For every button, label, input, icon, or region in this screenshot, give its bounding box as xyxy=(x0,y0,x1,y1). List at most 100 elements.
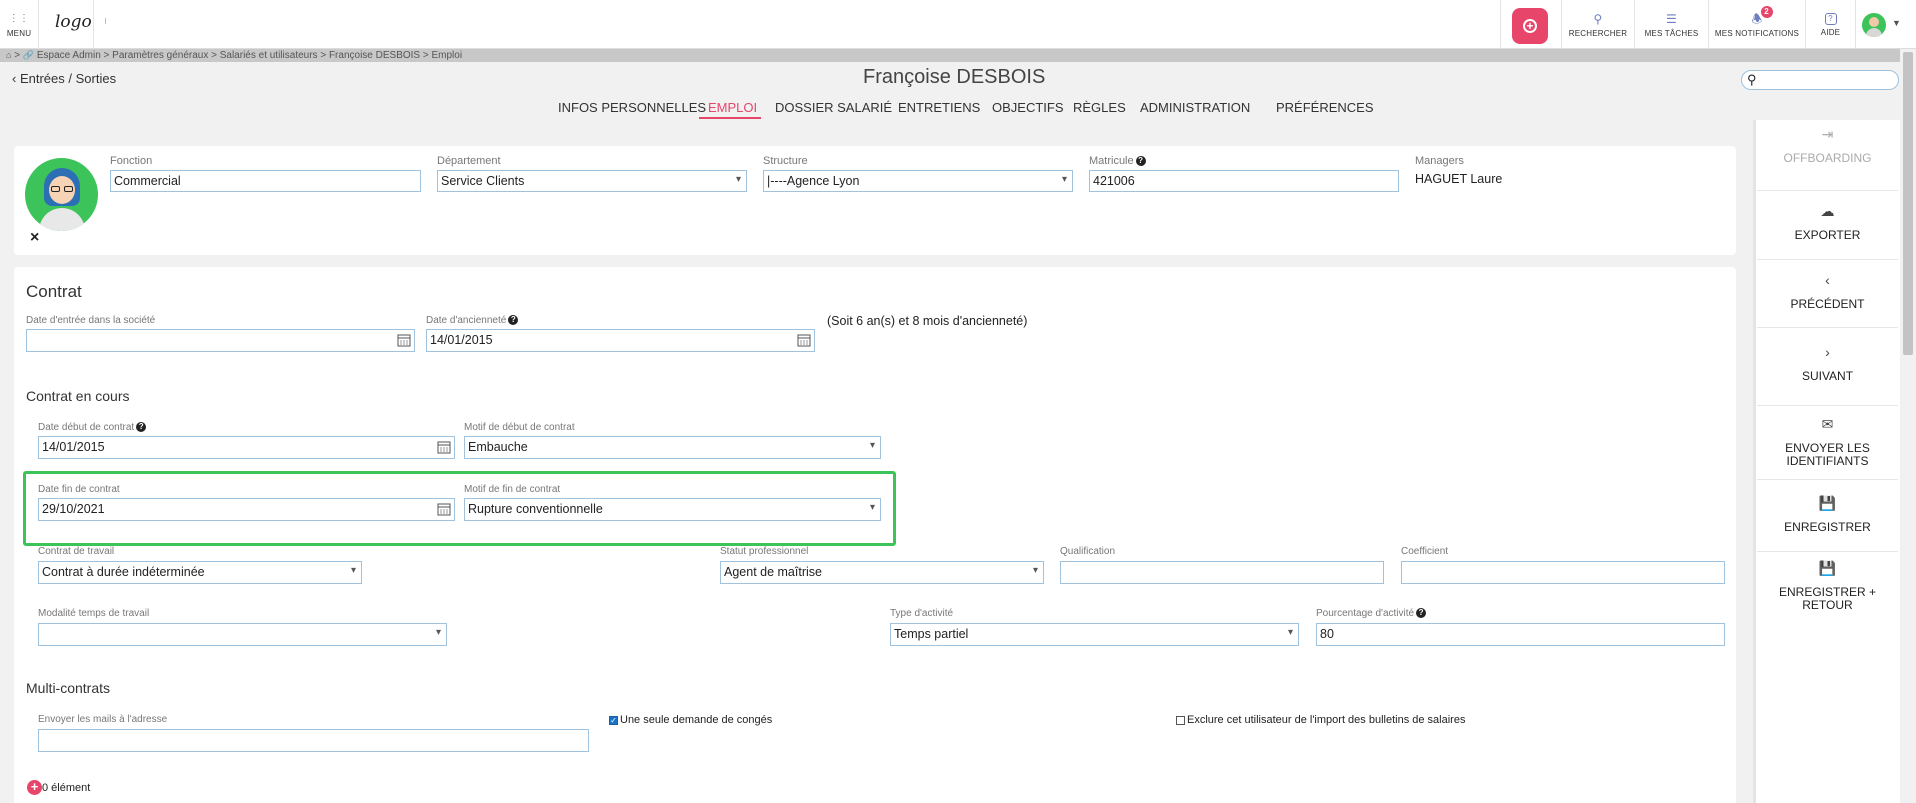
add-element-button[interactable]: + 0 élément xyxy=(27,780,90,795)
pourcentage-input[interactable]: 80 xyxy=(1316,623,1725,646)
statut-select[interactable]: Agent de maîtrise xyxy=(720,561,1044,584)
save-icon: 💾 xyxy=(1818,495,1837,511)
exit-icon: ⇥ xyxy=(1821,126,1834,142)
mails-label: Envoyer les mails à l'adresse xyxy=(38,714,168,725)
departement-select[interactable]: Service Clients xyxy=(437,170,747,192)
envelope-icon: ✉ xyxy=(1821,416,1834,432)
fonction-label: Fonction xyxy=(110,155,153,167)
tasks-icon: ☰ xyxy=(1666,11,1677,26)
remove-photo-icon[interactable]: × xyxy=(30,229,39,247)
fonction-input[interactable]: Commercial xyxy=(110,170,421,192)
home-icon[interactable]: ⌂ xyxy=(6,50,11,60)
tasks-button[interactable]: ☰ MES TÂCHES xyxy=(1635,0,1708,49)
contrat-travail-label: Contrat de travail xyxy=(38,546,115,557)
enregistrer-retour-button[interactable]: 💾 ENREGISTRER + RETOUR xyxy=(1757,560,1898,627)
notification-badge: 2 xyxy=(1760,5,1773,18)
qualification-label: Qualification xyxy=(1060,546,1116,557)
conges-checkbox[interactable]: ✓ xyxy=(609,715,618,725)
coefficient-input[interactable] xyxy=(1401,561,1725,584)
plus-circle-icon: + xyxy=(27,780,42,795)
statut-label: Statut professionnel xyxy=(720,546,809,557)
enregistrer-button[interactable]: 💾 ENREGISTRER xyxy=(1757,495,1898,552)
exclure-checkbox-row: Exclure cet utilisateur de l'import des … xyxy=(1176,714,1465,726)
page-search[interactable]: ⚲ xyxy=(1741,70,1899,90)
managers-value: HAGUET Laure xyxy=(1415,172,1503,186)
calendar-icon xyxy=(797,334,811,347)
date-entree-input[interactable] xyxy=(26,329,415,352)
departement-label: Département xyxy=(437,155,501,167)
employee-header-card xyxy=(14,146,1736,255)
matricule-label: Matricule? xyxy=(1089,155,1146,167)
pourcentage-label: Pourcentage d'activité? xyxy=(1316,608,1427,619)
tab-infos-personnelles[interactable]: INFOS PERSONNELLES xyxy=(558,100,706,115)
tab-regles[interactable]: RÈGLES xyxy=(1073,100,1126,115)
scrollbar-thumb[interactable] xyxy=(1903,52,1913,355)
contrat-en-cours-title: Contrat en cours xyxy=(26,388,130,404)
cloud-download-icon: ☁ xyxy=(1820,203,1835,219)
save-return-icon: 💾 xyxy=(1818,560,1837,576)
tab-administration[interactable]: ADMINISTRATION xyxy=(1140,100,1250,115)
context-divider xyxy=(105,18,106,24)
active-tab-underline xyxy=(699,117,761,119)
managers-label: Managers xyxy=(1415,155,1464,167)
back-link[interactable]: ‹ Entrées / Sorties xyxy=(12,71,116,86)
search-icon: ⚲ xyxy=(1747,72,1757,87)
suivant-button[interactable]: › SUIVANT xyxy=(1757,345,1898,406)
tab-entretiens[interactable]: ENTRETIENS xyxy=(898,100,980,115)
tab-emploi[interactable]: EMPLOI xyxy=(708,100,757,115)
chevron-down-icon: ▼ xyxy=(1892,18,1901,28)
type-activite-select[interactable]: Temps partiel xyxy=(890,623,1299,646)
type-activite-label: Type d'activité xyxy=(890,608,954,619)
motif-debut-select[interactable]: Embauche xyxy=(464,436,881,459)
tab-objectifs[interactable]: OBJECTIFS xyxy=(992,100,1064,115)
page-title: Françoise DESBOIS xyxy=(863,66,1046,88)
exclure-checkbox[interactable] xyxy=(1176,715,1185,725)
search-button[interactable]: ⚲ RECHERCHER xyxy=(1562,0,1634,49)
qualification-input[interactable] xyxy=(1060,561,1384,584)
date-debut-input[interactable]: 14/01/2015 xyxy=(38,436,455,459)
date-entree-label: Date d'entrée dans la société xyxy=(26,315,156,326)
motif-fin-select[interactable]: Rupture conventionnelle xyxy=(464,498,881,521)
help-icon: ? xyxy=(1416,608,1427,619)
date-anciennete-input[interactable]: 14/01/2015 xyxy=(426,329,815,352)
help-icon: ? xyxy=(1824,12,1837,25)
date-debut-label: Date début de contrat? xyxy=(38,422,147,433)
exporter-button[interactable]: ☁ EXPORTER xyxy=(1757,203,1898,260)
help-button[interactable]: ? AIDE xyxy=(1806,0,1855,49)
menu-button[interactable]: ⋮⋮ MENU xyxy=(0,0,38,49)
help-icon: ? xyxy=(1135,156,1146,167)
structure-label: Structure xyxy=(763,155,808,167)
search-icon: ⚲ xyxy=(1593,11,1603,26)
employee-avatar[interactable] xyxy=(25,158,98,231)
conges-checkbox-row: ✓ Une seule demande de congés xyxy=(609,714,773,726)
plus-circle-icon: + xyxy=(1523,19,1537,33)
logo[interactable]: logo xyxy=(55,12,92,32)
tab-preferences[interactable]: PRÉFÉRENCES xyxy=(1276,100,1374,115)
mails-input[interactable] xyxy=(38,729,589,752)
calendar-icon xyxy=(397,334,411,347)
tab-dossier-salarie[interactable]: DOSSIER SALARIÉ xyxy=(775,100,892,115)
matricule-input[interactable]: 421006 xyxy=(1089,170,1399,192)
motif-fin-label: Motif de fin de contrat xyxy=(464,484,561,495)
modalite-select[interactable] xyxy=(38,623,447,646)
date-fin-input[interactable]: 29/10/2021 xyxy=(38,498,455,521)
structure-select[interactable]: |----Agence Lyon xyxy=(763,170,1073,192)
precedent-button[interactable]: ‹ PRÉCÉDENT xyxy=(1757,272,1898,328)
menu-icon: ⋮⋮ xyxy=(8,12,30,24)
link-icon: 🔗 xyxy=(22,50,35,60)
chevron-left-icon: ‹ xyxy=(1825,272,1830,288)
offboarding-button[interactable]: ⇥ OFFBOARDING xyxy=(1757,126,1898,191)
notifications-button[interactable]: 🕭 2 MES NOTIFICATIONS xyxy=(1709,0,1805,49)
coefficient-label: Coefficient xyxy=(1401,546,1449,557)
date-anciennete-label: Date d'ancienneté? xyxy=(426,315,519,326)
envoyer-identifiants-button[interactable]: ✉ ENVOYER LES IDENTIFIANTS xyxy=(1757,416,1898,480)
user-avatar-menu[interactable]: ▼ xyxy=(1862,13,1908,37)
contrat-travail-select[interactable]: Contrat à durée indéterminée xyxy=(38,561,362,584)
avatar xyxy=(1862,13,1886,37)
top-bar: ⋮⋮ MENU logo + ⚲ RECHERCHER ☰ MES TÂCHES… xyxy=(0,0,1916,49)
multi-contrats-title: Multi-contrats xyxy=(26,680,111,696)
quick-add-button[interactable]: + xyxy=(1512,8,1548,44)
help-icon: ? xyxy=(136,422,147,433)
help-icon: ? xyxy=(508,315,519,326)
calendar-icon xyxy=(437,503,451,516)
